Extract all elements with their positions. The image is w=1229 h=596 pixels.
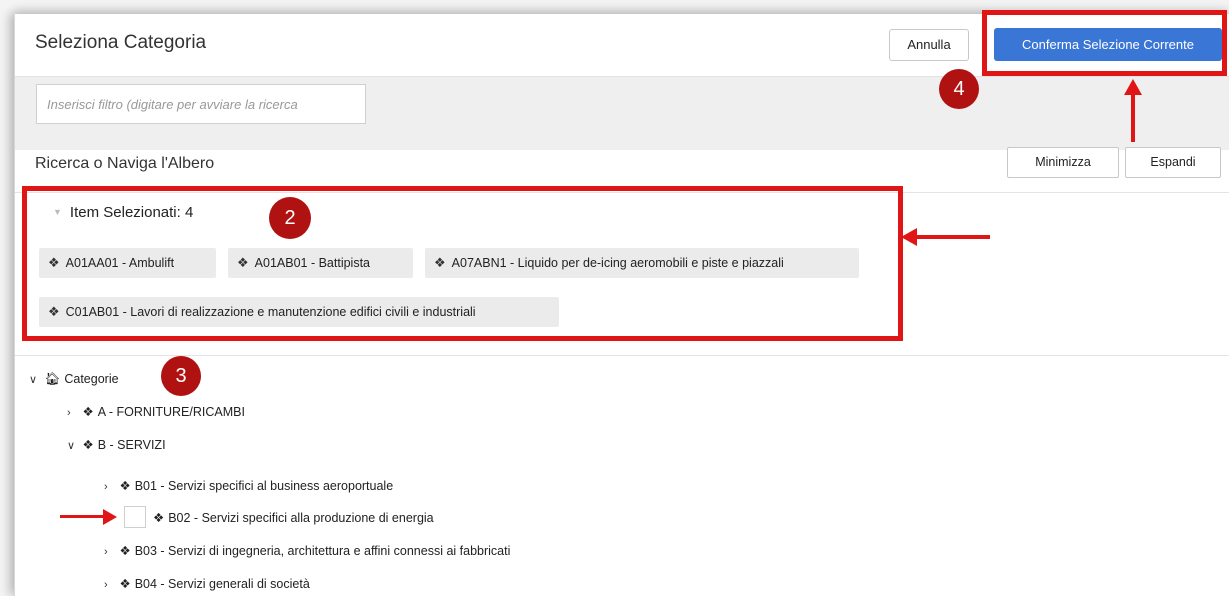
arrow-left-head bbox=[901, 228, 917, 246]
category-diamond-icon: ❖ bbox=[237, 255, 249, 270]
navigator-title: Ricerca o Naviga l'Albero bbox=[35, 155, 215, 172]
tree-node-b[interactable]: ∨ ❖ B - SERVIZI bbox=[67, 437, 166, 452]
collapse-caret-icon[interactable]: ▼ bbox=[53, 207, 62, 217]
divider bbox=[15, 355, 1229, 356]
tree-label: Categorie bbox=[64, 372, 119, 386]
tree-label: B02 - Servizi specifici alla produzione … bbox=[168, 511, 434, 525]
chevron-right-icon[interactable]: › bbox=[104, 546, 116, 558]
category-icon: ❖ bbox=[119, 577, 131, 591]
annotation-arrow-right bbox=[60, 515, 105, 518]
node-checkbox[interactable] bbox=[124, 506, 146, 528]
tree-node-b04[interactable]: › ❖ B04 - Servizi generali di società bbox=[104, 576, 310, 591]
dialog-title: Seleziona Categoria bbox=[35, 32, 207, 53]
category-dialog: Seleziona Categoria Annulla Conferma Sel… bbox=[14, 14, 1229, 596]
category-icon: ❖ bbox=[82, 438, 94, 452]
category-diamond-icon: ❖ bbox=[434, 255, 446, 270]
tree-label: A - FORNITURE/RICAMBI bbox=[97, 405, 245, 419]
chevron-right-icon[interactable]: › bbox=[67, 407, 79, 419]
tree-node-b01[interactable]: › ❖ B01 - Servizi specifici al business a… bbox=[104, 478, 393, 493]
category-icon: ❖ bbox=[119, 544, 131, 558]
tree-root[interactable]: ∨ 🏠︎ Categorie bbox=[29, 372, 119, 387]
category-icon: ❖ bbox=[82, 405, 94, 419]
tree-label: B04 - Servizi generali di società bbox=[134, 577, 310, 591]
confirm-selection-button[interactable]: Conferma Selezione Corrente bbox=[994, 28, 1222, 61]
selected-chip[interactable]: ❖ A01AB01 - Battipista bbox=[228, 248, 413, 278]
home-icon: 🏠︎ bbox=[44, 372, 61, 386]
arrow-up-head bbox=[1124, 79, 1142, 95]
tree-node-b02[interactable]: ❖ B02 - Servizi specifici alla produzione… bbox=[153, 510, 434, 525]
tree-label: B - SERVIZI bbox=[97, 438, 166, 452]
category-diamond-icon: ❖ bbox=[48, 255, 60, 270]
category-diamond-icon: ❖ bbox=[48, 304, 60, 319]
selected-chip[interactable]: ❖ A07ABN1 - Liquido per de-icing aeromobi… bbox=[425, 248, 859, 278]
chevron-right-icon[interactable]: › bbox=[104, 579, 116, 591]
chevron-right-icon[interactable]: › bbox=[104, 481, 116, 493]
filter-input[interactable] bbox=[36, 84, 366, 124]
minimize-button[interactable]: Minimizza bbox=[1007, 147, 1119, 178]
expand-button[interactable]: Espandi bbox=[1125, 147, 1221, 178]
chip-label: C01AB01 - Lavori di realizzazione e manu… bbox=[65, 305, 476, 319]
category-icon: ❖ bbox=[119, 479, 131, 493]
tree-node-b03[interactable]: › ❖ B03 - Servizi di ingegneria, architet… bbox=[104, 543, 510, 558]
tree-label: B01 - Servizi specifici al business aero… bbox=[134, 479, 394, 493]
selected-chip[interactable]: ❖ A01AA01 - Ambulift bbox=[39, 248, 216, 278]
selected-items-header[interactable]: ▼ Item Selezionati: 4 bbox=[53, 204, 193, 221]
chevron-down-icon[interactable]: ∨ bbox=[29, 373, 41, 386]
divider bbox=[15, 192, 1229, 193]
annotation-arrow-left bbox=[915, 235, 990, 239]
arrow-right-head bbox=[103, 509, 117, 525]
category-diamond-icon: ❖ bbox=[153, 511, 165, 525]
chip-label: A01AA01 - Ambulift bbox=[65, 256, 175, 270]
selected-chip[interactable]: ❖ C01AB01 - Lavori di realizzazione e man… bbox=[39, 297, 559, 327]
chip-label: A07ABN1 - Liquido per de-icing aeromobil… bbox=[451, 256, 784, 270]
annotation-arrow-up bbox=[1131, 92, 1135, 142]
chevron-down-icon[interactable]: ∨ bbox=[67, 439, 79, 452]
filter-bar bbox=[15, 76, 1229, 150]
selected-items-count: Item Selezionati: 4 bbox=[69, 204, 194, 221]
tree-node-a[interactable]: › ❖ A - FORNITURE/RICAMBI bbox=[67, 404, 245, 419]
chip-label: A01AB01 - Battipista bbox=[254, 256, 371, 270]
tree-label: B03 - Servizi di ingegneria, architettur… bbox=[134, 544, 511, 558]
dialog-header: Seleziona Categoria Annulla Conferma Sel… bbox=[15, 14, 1229, 76]
cancel-button[interactable]: Annulla bbox=[889, 29, 969, 61]
